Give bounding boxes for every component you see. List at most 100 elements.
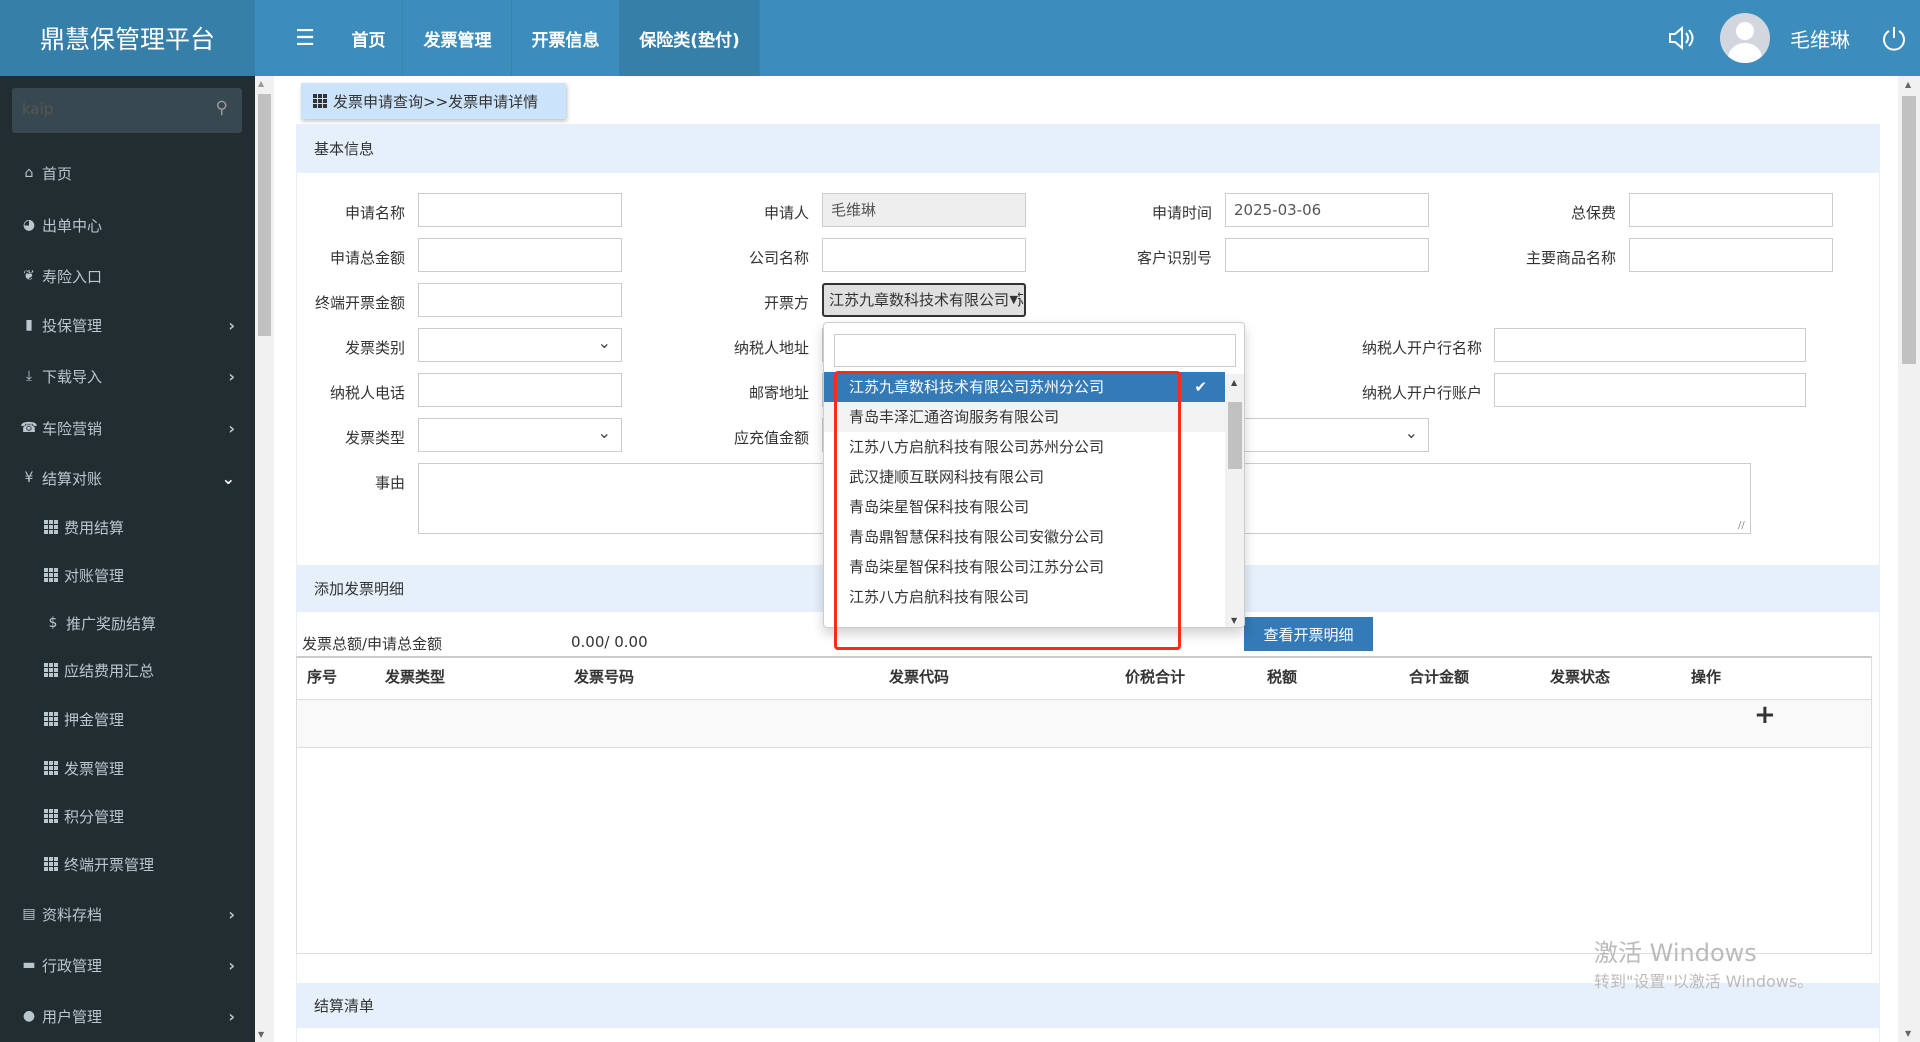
sidebar-item[interactable]: ❦ 寿险入口 (0, 256, 255, 296)
sidebar-item[interactable]: ¥ 结算对账 ⌄ (0, 458, 255, 498)
watermark-line2: 转到"设置"以激活 Windows。 (1594, 972, 1814, 991)
sidebar-item[interactable]: 对账管理 (0, 555, 255, 595)
search-icon[interactable]: ⚲ (216, 98, 228, 118)
invoice-type-select[interactable] (418, 417, 622, 452)
apply-total-input[interactable] (418, 238, 622, 272)
sidebar-item-label: 车险营销 (42, 419, 103, 438)
sidebar-item[interactable]: 终端开票管理 (0, 844, 255, 884)
sidebar-search[interactable]: kaip ⚲ (12, 88, 242, 133)
sidebar-item[interactable]: ☎ 车险营销 › (0, 408, 255, 448)
grid-icon (44, 568, 58, 582)
sidebar-item[interactable]: 押金管理 (0, 699, 255, 739)
home-icon: ⌂ (24, 165, 34, 181)
dropdown-search-input[interactable] (834, 334, 1236, 367)
nav-invoice-management[interactable]: 发票管理 (404, 0, 512, 76)
label-taxpayer-address: 纳税人地址 (733, 339, 809, 357)
chevron-right-icon: › (228, 315, 235, 335)
unnamed-select[interactable] (1225, 417, 1429, 452)
main-goods-input[interactable] (1629, 238, 1833, 272)
taxpayer-bank-account-input[interactable] (1494, 373, 1806, 407)
avatar[interactable] (1720, 13, 1770, 63)
sidebar-item-label: 对账管理 (64, 566, 125, 585)
company-name-input[interactable] (822, 238, 1026, 272)
sidebar-item-label: 押金管理 (64, 710, 125, 729)
apply-time-input-value: 2025-03-06 (1234, 201, 1322, 219)
table-header-cell: 发票号码 (574, 668, 635, 686)
table-header-cell: 价税合计 (1125, 668, 1186, 686)
sidebar-item[interactable]: ⌂ 首页 (0, 153, 255, 193)
page-scrollbar[interactable]: ▲ ▼ (1898, 76, 1920, 1042)
grid-icon (44, 663, 58, 677)
table-header-cell: 发票类型 (385, 668, 446, 686)
nav-insurance-advance[interactable]: 保险类(垫付) (620, 0, 760, 76)
nav-invoice-info[interactable]: 开票信息 (512, 0, 620, 76)
app-logo: 鼎慧保管理平台 (0, 0, 255, 76)
invoice-category-select[interactable] (418, 327, 622, 362)
label-total-premium: 总保费 (1570, 204, 1616, 222)
table-row (297, 699, 1871, 748)
dropdown-scrollbar[interactable]: ▲ ▼ (1225, 374, 1244, 627)
issuer-select[interactable]: 江苏九章数科技术有限公司苏州分公司▼ (822, 283, 1026, 317)
grid-icon (44, 520, 58, 534)
chevron-right-icon: › (228, 366, 235, 386)
add-row-button[interactable]: + (1754, 700, 1776, 730)
section-basic-info: 基本信息 (296, 124, 1880, 173)
grid-icon (44, 857, 58, 871)
yen-icon: ¥ (24, 470, 34, 486)
table-header-cell: 操作 (1691, 668, 1722, 686)
total-premium-input[interactable] (1629, 193, 1833, 227)
sidebar-item-label: 终端开票管理 (64, 855, 155, 874)
sidebar-item[interactable]: ◕ 出单中心 (0, 205, 255, 245)
label-apply-time: 申请时间 (1151, 204, 1212, 222)
speaker-icon[interactable] (1665, 22, 1697, 54)
sidebar-item[interactable]: 费用结算 (0, 507, 255, 547)
sidebar-item[interactable]: 积分管理 (0, 796, 255, 836)
breadcrumb-text[interactable]: 发票申请查询>>发票申请详情 (333, 91, 538, 112)
nav-home[interactable]: 首页 (335, 0, 403, 76)
menu-toggle-icon[interactable]: ☰ (285, 0, 325, 76)
resize-handle-icon[interactable]: // (1738, 520, 1745, 531)
sidebar-item[interactable]: ▮ 投保管理 › (0, 305, 255, 345)
user-name[interactable]: 毛维琳 (1790, 24, 1850, 53)
summary-value: 0.00/ 0.00 (571, 633, 648, 651)
taxpayer-phone-input[interactable] (418, 373, 622, 407)
sidebar-search-input[interactable]: kaip (22, 100, 53, 118)
sidebar-item-label: 首页 (42, 164, 73, 183)
label-reason: 事由 (374, 474, 405, 492)
sidebar-item-label: 结算对账 (42, 469, 103, 488)
chevron-right-icon: › (228, 904, 235, 924)
apply-time-input[interactable]: 2025-03-06 (1225, 193, 1429, 227)
label-company-name: 公司名称 (748, 249, 809, 267)
sidebar-item-label: 资料存档 (42, 905, 103, 924)
applicant-input[interactable]: 毛维琳 (822, 193, 1026, 227)
sidebar-item-label: 下载导入 (42, 367, 103, 386)
list-icon: ▤ (22, 906, 36, 922)
caret-down-icon: ▼ (1009, 285, 1018, 315)
sidebar-item[interactable]: ▤ 资料存档 › (0, 894, 255, 934)
customer-id-input[interactable] (1225, 238, 1429, 272)
sidebar-item[interactable]: ● 用户管理 › (0, 996, 255, 1036)
chevron-down-icon: ⌄ (221, 468, 235, 488)
sidebar-item-label: 投保管理 (42, 316, 103, 335)
label-applicant: 申请人 (763, 204, 809, 222)
sidebar-item[interactable]: 发票管理 (0, 748, 255, 788)
power-icon[interactable] (1880, 24, 1908, 52)
table-header-cell: 序号 (307, 668, 338, 686)
label-apply-total: 申请总金额 (329, 249, 405, 267)
view-invoice-detail-button[interactable]: 查看开票明细 (1244, 617, 1373, 651)
label-taxpayer-bank-account: 纳税人开户行账户 (1361, 384, 1482, 402)
terminal-amount-input[interactable] (418, 283, 622, 317)
sidebar-item[interactable]: 应结费用汇总 (0, 650, 255, 690)
sidebar-item[interactable]: $ 推广奖励结算 (0, 603, 255, 643)
sidebar-item-label: 出单中心 (42, 216, 103, 235)
label-recharge-amount: 应充值金额 (733, 429, 809, 447)
apply-name-input[interactable] (418, 193, 622, 227)
grid-icon (44, 761, 58, 775)
windows-watermark: 激活 Windows 转到"设置"以激活 Windows。 (1594, 933, 1813, 992)
watermark-line1: 激活 Windows (1594, 939, 1757, 967)
taxpayer-bank-name-input[interactable] (1494, 328, 1806, 362)
sidebar-item[interactable]: ▬ 行政管理 › (0, 945, 255, 985)
label-main-goods: 主要商品名称 (1525, 249, 1616, 267)
label-customer-id: 客户识别号 (1136, 249, 1212, 267)
sidebar-item[interactable]: ⤓ 下载导入 › (0, 356, 255, 396)
